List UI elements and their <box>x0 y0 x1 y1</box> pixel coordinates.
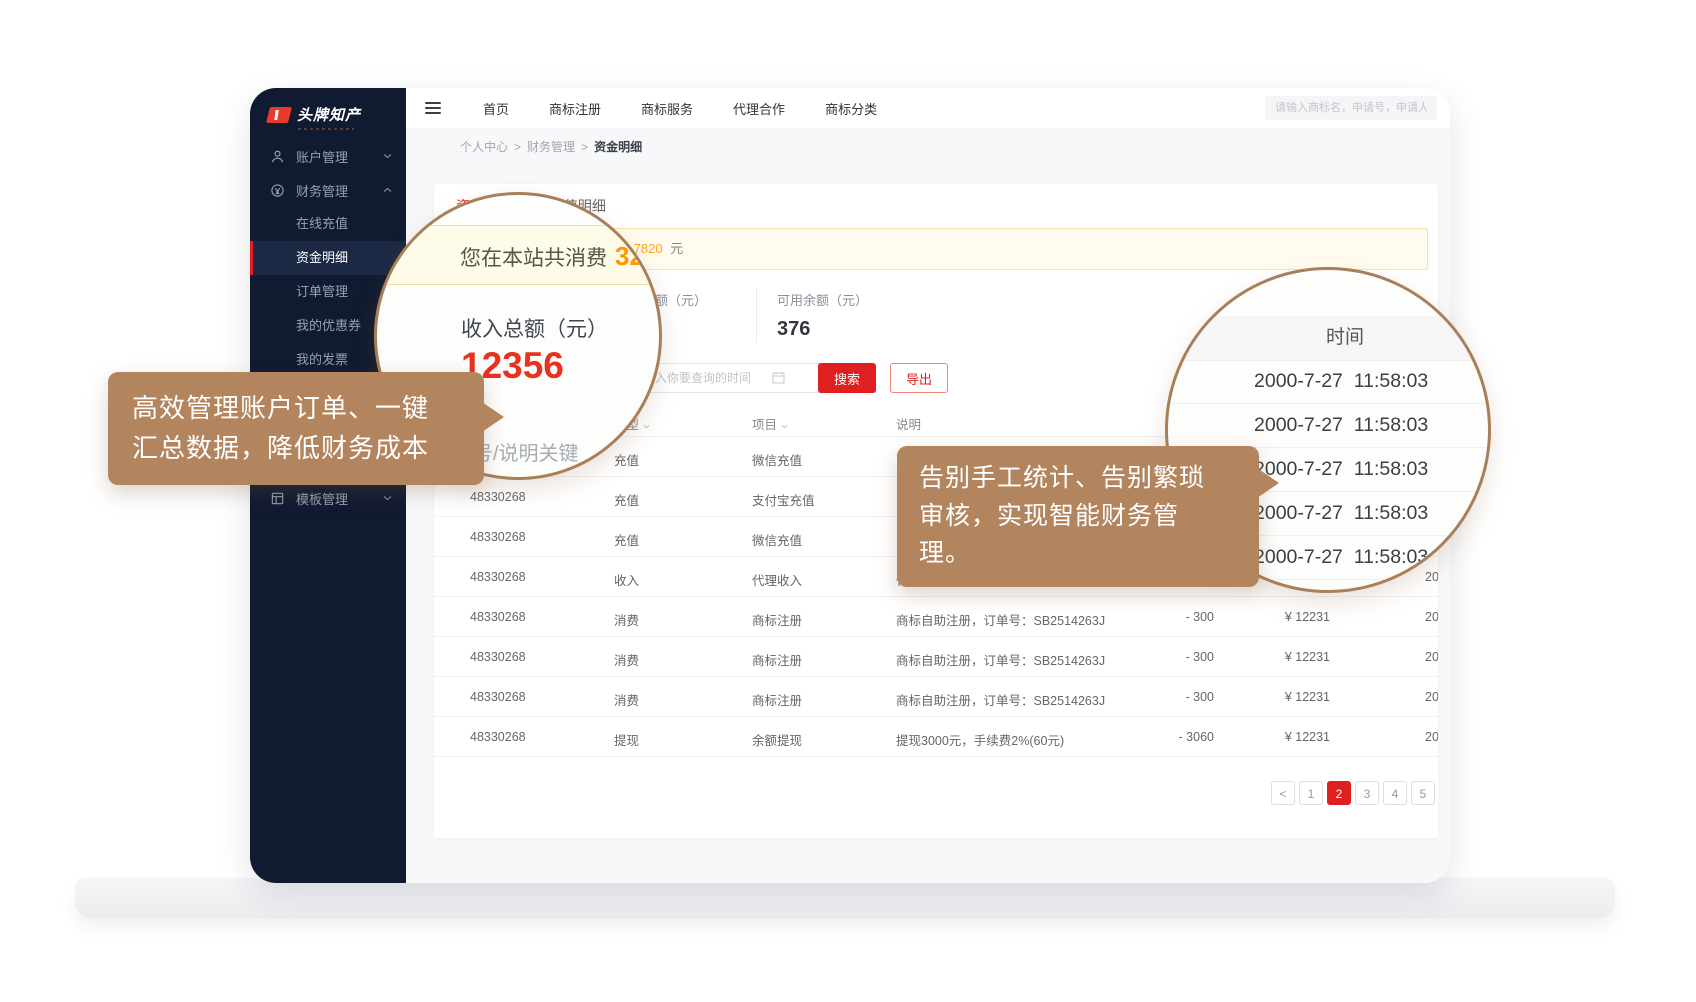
trademark-search-input[interactable] <box>1265 96 1437 120</box>
calendar-icon[interactable] <box>772 371 785 384</box>
breadcrumb-level1[interactable]: 个人中心 <box>460 140 508 154</box>
table-row[interactable]: 48330268提现余额提现提现3000元，手续费2%(60元)- 3060¥ … <box>434 717 1438 757</box>
logo-text: 头牌知产 <box>297 104 361 125</box>
logo: 头牌知产 <box>250 88 406 139</box>
col-header-project[interactable]: 项目 <box>752 414 788 433</box>
breadcrumb: 个人中心>财务管理>资金明细 <box>406 128 1450 166</box>
date-query-input[interactable] <box>632 363 832 393</box>
lens-banner-prefix: 您在本站共消费 <box>460 247 607 270</box>
finance-icon <box>270 183 285 198</box>
breadcrumb-current: 资金明细 <box>594 140 642 154</box>
pagination-page-5[interactable]: 5 <box>1411 781 1435 805</box>
sort-caret-icon <box>643 424 650 429</box>
sidebar-item-label: 资金明细 <box>296 250 348 265</box>
lens-time-row: 2000-7-27 11:58:03 <box>1168 404 1488 448</box>
sidebar-item-label: 账户管理 <box>296 147 348 166</box>
top-navbar: 首页 商标注册 商标服务 代理合作 商标分类 <box>406 88 1450 128</box>
callout-right: 告别手工统计、告别繁琐审核，实现智能财务管理。 <box>897 446 1259 587</box>
lens-banner-amount: 32124 <box>615 241 662 271</box>
sidebar-item-templates[interactable]: 模板管理 <box>250 481 406 515</box>
top-nav-menu: 首页 商标注册 商标服务 代理合作 商标分类 <box>483 99 877 118</box>
callout-right-text: 告别手工统计、告别繁琐审核，实现智能财务管理。 <box>919 460 1219 573</box>
callout-left: 高效管理账户订单、一键汇总数据，降低财务成本 <box>108 372 484 485</box>
sidebar-item-label: 模板管理 <box>296 489 348 508</box>
nav-item-home[interactable]: 首页 <box>483 99 509 118</box>
logo-subtext <box>298 128 354 130</box>
hamburger-menu-icon[interactable] <box>425 102 441 114</box>
pagination-page-3[interactable]: 3 <box>1355 781 1379 805</box>
table-row[interactable]: 48330268消费商标注册商标自助注册，订单号：SB2514263J- 300… <box>434 677 1438 717</box>
chevron-down-icon <box>383 153 392 159</box>
banner-unit: 元 <box>670 241 683 256</box>
sidebar-item-label: 在线充值 <box>296 216 348 231</box>
pagination-page-4[interactable]: 4 <box>1383 781 1407 805</box>
breadcrumb-level2[interactable]: 财务管理 <box>527 140 575 154</box>
sidebar-item-label: 我的发票 <box>296 352 348 367</box>
sidebar-item-label: 订单管理 <box>296 284 348 299</box>
export-button[interactable]: 导出 <box>890 363 948 393</box>
page: 头牌知产 账户管理 财务管理 在线充值 资金明细 <box>0 0 1696 1002</box>
callout-left-text: 高效管理账户订单、一键汇总数据，降低财务成本 <box>132 389 444 468</box>
pagination-prev-button[interactable]: < <box>1271 781 1295 805</box>
sidebar-item-label: 财务管理 <box>296 181 348 200</box>
pagination: < 1 2 3 4 5 <box>1271 781 1438 805</box>
sort-caret-icon <box>781 424 788 429</box>
chevron-down-icon <box>383 495 392 501</box>
col-header-desc: 说明 <box>896 414 921 433</box>
lens-stat-label: 收入总额（元） <box>461 313 608 343</box>
search-button[interactable]: 搜索 <box>818 363 876 393</box>
pagination-page-1[interactable]: 1 <box>1299 781 1323 805</box>
sidebar: 头牌知产 账户管理 财务管理 在线充值 资金明细 <box>250 88 406 883</box>
lens-time-header: 时间 <box>1168 316 1488 361</box>
user-icon <box>270 149 285 164</box>
lens-time-row: 2000-7-27 11:58:03 <box>1168 360 1488 404</box>
sidebar-item-finance[interactable]: 财务管理 <box>250 173 406 207</box>
sidebar-item-account[interactable]: 账户管理 <box>250 139 406 173</box>
lens-banner-fragment: 您在本站共消费 32124 <box>374 225 662 285</box>
pagination-page-2[interactable]: 2 <box>1327 781 1351 805</box>
nav-item-trademark-category[interactable]: 商标分类 <box>825 99 877 118</box>
logo-icon <box>266 107 292 123</box>
nav-item-trademark-register[interactable]: 商标注册 <box>549 99 601 118</box>
nav-item-agent-cooperation[interactable]: 代理合作 <box>733 99 785 118</box>
table-row[interactable]: 48330268消费商标注册商标自助注册，订单号：SB2514263J- 300… <box>434 637 1438 677</box>
nav-item-trademark-services[interactable]: 商标服务 <box>641 99 693 118</box>
table-row[interactable]: 48330268消费商标注册商标自助注册，订单号：SB2514263J- 300… <box>434 597 1438 637</box>
template-icon <box>270 491 285 506</box>
chevron-up-icon <box>383 187 392 193</box>
sidebar-item-label: 我的优惠券 <box>296 318 361 333</box>
laptop-base <box>75 878 1615 918</box>
